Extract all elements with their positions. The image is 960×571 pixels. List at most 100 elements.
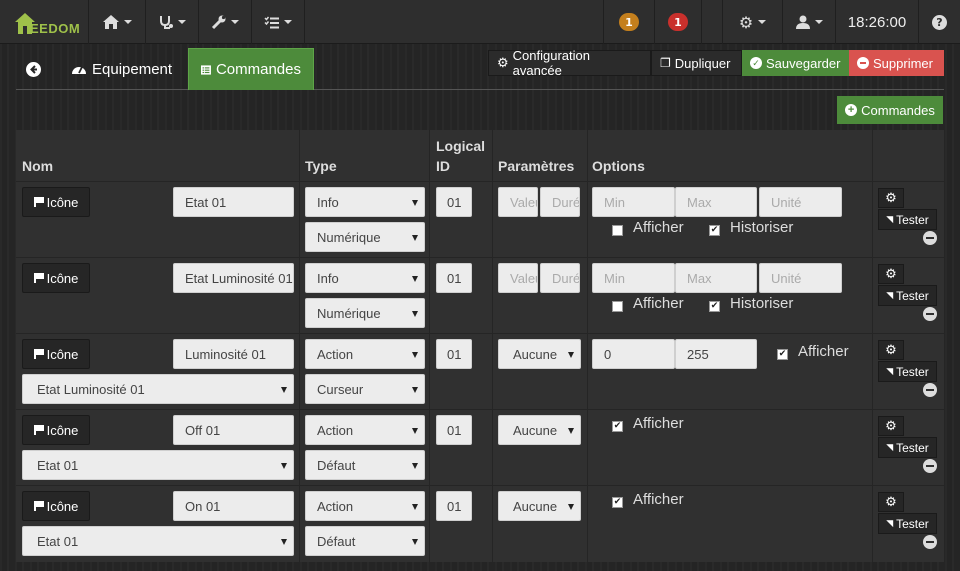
subtype-select[interactable]: Défaut [305, 450, 425, 480]
command-name-input[interactable]: Etat 01 [173, 187, 294, 217]
messages-link[interactable]: 1 [604, 0, 654, 44]
afficher-checkbox[interactable] [612, 301, 623, 312]
afficher-checkbox[interactable] [612, 225, 623, 236]
valeur-input[interactable]: Valeur [498, 263, 538, 293]
add-commandes-button[interactable]: + Commandes [837, 96, 943, 124]
type-select[interactable]: Action [305, 339, 425, 369]
subtype-select[interactable]: Numérique [305, 298, 425, 328]
parametre-select[interactable]: Aucune [498, 415, 581, 445]
home-menu[interactable] [89, 0, 145, 44]
subtype-select[interactable]: Numérique [305, 222, 425, 252]
logical-id-input[interactable]: 01 [436, 187, 472, 217]
min-input[interactable]: Min [592, 187, 675, 217]
subtype-select[interactable]: Curseur [305, 374, 425, 404]
type-select[interactable]: Action [305, 491, 425, 521]
max-input[interactable]: Max [675, 263, 757, 293]
supprimer-button[interactable]: Supprimer [849, 50, 944, 76]
icone-button[interactable]: Icône [22, 491, 90, 521]
tester-button[interactable]: ◥ Tester [878, 437, 937, 458]
alerts-link[interactable]: 1 [655, 0, 701, 44]
settings-menu[interactable]: ⚙ [723, 0, 782, 44]
alert-count-badge: 1 [668, 13, 688, 31]
copy-icon: ❐ [660, 56, 671, 70]
header-nom: Nom [22, 158, 54, 174]
command-name-input[interactable]: Off 01 [173, 415, 294, 445]
icone-button[interactable]: Icône [22, 415, 90, 445]
remove-command-icon[interactable] [923, 307, 937, 321]
remove-command-icon[interactable] [923, 535, 937, 549]
config-avancee-button[interactable]: ⚙ Configuration avancée [488, 48, 651, 78]
scenario-menu[interactable] [252, 0, 304, 44]
icone-button[interactable]: Icône [22, 187, 90, 217]
nav-divider [304, 0, 305, 44]
unite-input[interactable]: Unité [759, 187, 842, 217]
dupliquer-button[interactable]: ❐ Dupliquer [651, 50, 742, 76]
duree-input[interactable]: Durée [540, 263, 580, 293]
value-select[interactable]: Etat 01 [22, 526, 294, 556]
logical-id-input[interactable]: 01 [436, 491, 472, 521]
command-config-button[interactable]: ⚙ [878, 264, 904, 284]
help-button[interactable]: ? [919, 0, 960, 44]
afficher-checkbox[interactable]: ✔ [777, 349, 788, 360]
help-icon: ? [932, 14, 947, 30]
value-select[interactable]: Etat Luminosité 01 [22, 374, 294, 404]
back-button[interactable] [26, 48, 46, 90]
health-menu[interactable] [146, 0, 198, 44]
type-select[interactable]: Action [305, 415, 425, 445]
sauvegarder-button[interactable]: ✓ Sauvegarder [742, 50, 849, 76]
min-input[interactable]: 0 [592, 339, 675, 369]
tab-equipement[interactable]: Equipement [71, 48, 172, 90]
max-input[interactable]: Max [675, 187, 757, 217]
subtype-select[interactable]: Défaut [305, 526, 425, 556]
command-name-input[interactable]: Etat Luminosité 01 [173, 263, 294, 293]
command-name-input[interactable]: On 01 [173, 491, 294, 521]
type-select[interactable]: Info [305, 263, 425, 293]
unite-input[interactable]: Unité [759, 263, 842, 293]
afficher-checkbox[interactable]: ✔ [612, 421, 623, 432]
value-select[interactable]: Etat 01 [22, 450, 294, 480]
command-config-button[interactable]: ⚙ [878, 492, 904, 512]
list-icon [201, 64, 211, 75]
tools-menu[interactable] [199, 0, 251, 44]
rss-icon: ◥ [886, 214, 894, 224]
command-config-button[interactable]: ⚙ [878, 416, 904, 436]
historiser-checkbox[interactable]: ✔ [709, 301, 720, 312]
duree-input[interactable]: Durée [540, 187, 580, 217]
logical-id-input[interactable]: 01 [436, 339, 472, 369]
historiser-checkbox[interactable]: ✔ [709, 225, 720, 236]
tester-button[interactable]: ◥ Tester [878, 361, 937, 382]
top-navbar: EEDOM 1 1 ⚙ 18:26:00 ? [0, 0, 960, 44]
remove-command-icon[interactable] [923, 231, 937, 245]
tester-button[interactable]: ◥ Tester [878, 209, 937, 230]
clock-time: 18:26:00 [847, 13, 907, 31]
message-count-badge: 1 [619, 13, 639, 31]
tester-button[interactable]: ◥ Tester [878, 285, 937, 306]
flag-icon [33, 501, 44, 511]
remove-command-icon[interactable] [923, 459, 937, 473]
logical-id-input[interactable]: 01 [436, 415, 472, 445]
rss-icon: ◥ [886, 290, 894, 300]
command-name-input[interactable]: Luminosité 01 [173, 339, 294, 369]
icone-button[interactable]: Icône [22, 263, 90, 293]
parametre-select[interactable]: Aucune [498, 491, 581, 521]
min-input[interactable]: Min [592, 263, 675, 293]
gears-icon: ⚙ [885, 190, 897, 206]
tab-commandes[interactable]: Commandes [188, 48, 314, 90]
icone-button[interactable]: Icône [22, 339, 90, 369]
home-icon [102, 15, 119, 29]
command-config-button[interactable]: ⚙ [878, 188, 904, 208]
user-menu[interactable] [783, 0, 835, 44]
type-select[interactable]: Info [305, 187, 425, 217]
afficher-label: Afficher [798, 343, 849, 360]
tester-button[interactable]: ◥ Tester [878, 513, 937, 534]
logical-id-input[interactable]: 01 [436, 263, 472, 293]
valeur-input[interactable]: Valeur [498, 187, 538, 217]
parametre-select[interactable]: Aucune [498, 339, 581, 369]
command-config-button[interactable]: ⚙ [878, 340, 904, 360]
max-input[interactable]: 255 [675, 339, 757, 369]
dashboard-icon [72, 66, 86, 74]
jeedom-logo[interactable]: EEDOM [8, 6, 88, 38]
remove-command-icon[interactable] [923, 383, 937, 397]
afficher-checkbox[interactable]: ✔ [612, 497, 623, 508]
gears-icon: ⚙ [738, 12, 754, 32]
